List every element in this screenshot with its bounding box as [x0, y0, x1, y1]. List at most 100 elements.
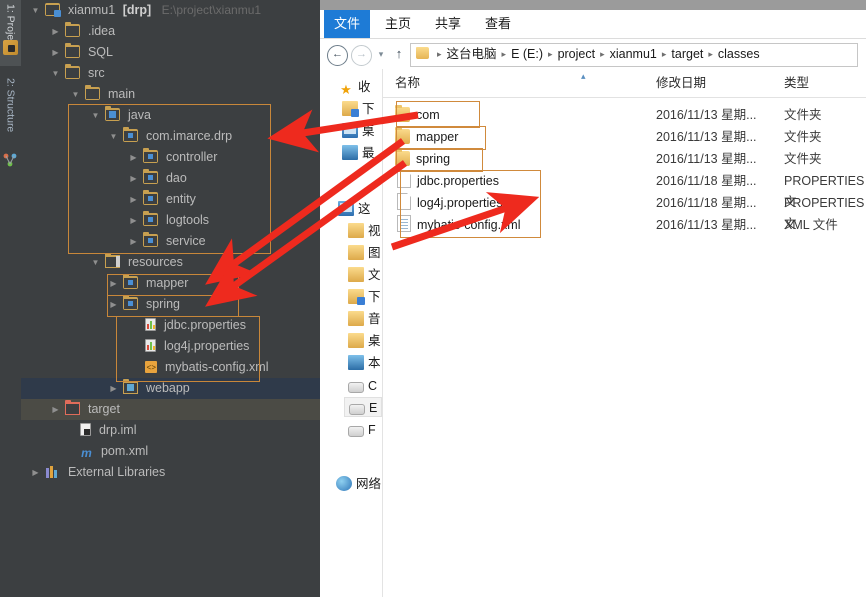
tree-expander-icon[interactable]: ▼	[49, 63, 62, 84]
tree-item-java[interactable]: ▼ java	[21, 105, 320, 126]
nav-item-music[interactable]: 音	[348, 309, 381, 329]
nav-item-desktop[interactable]: 桌	[342, 121, 375, 141]
tree-expander-icon[interactable]: ▶	[107, 273, 120, 294]
nav-item-this-pc[interactable]: 这	[338, 199, 371, 219]
tree-item-log4j-properties[interactable]: log4j.properties	[21, 336, 320, 357]
breadcrumb-item-2[interactable]: project	[558, 44, 596, 64]
tree-item-dao[interactable]: ▶ dao	[21, 168, 320, 189]
nav-item-downloads[interactable]: 下	[342, 99, 375, 119]
tree-expander-icon[interactable]: ▶	[127, 189, 140, 210]
tree-item-xianmu1[interactable]: ▼ xianmu1 [drp] E:\project\xianmu1	[21, 0, 320, 21]
tree-expander-icon[interactable]: ▶	[127, 147, 140, 168]
tree-item-service[interactable]: ▶ service	[21, 231, 320, 252]
tree-item-label: logtools	[165, 213, 210, 228]
ribbon-tab-share[interactable]: 共享	[428, 10, 468, 38]
nav-item-drive-e[interactable]: E	[344, 397, 382, 417]
tree-item-jdbc-properties[interactable]: jdbc.properties	[21, 315, 320, 336]
file-row-log4j-properties[interactable]: log4j.properties 2016/11/18 星期... PROPER…	[383, 193, 866, 231]
nav-item-label: 最	[362, 146, 375, 160]
ribbon-tab-view[interactable]: 查看	[478, 10, 518, 38]
tree-expander-icon[interactable]: ▼	[29, 0, 42, 21]
nav-item-drive-f[interactable]: F	[348, 420, 376, 440]
tree-expander-icon[interactable]: ▶	[127, 168, 140, 189]
file-date: 2016/11/13 星期...	[656, 108, 757, 122]
breadcrumb-item-4[interactable]: target	[671, 44, 703, 64]
tree-item-label: main	[107, 87, 136, 102]
column-header-date[interactable]: 修改日期	[656, 69, 706, 97]
file-row-mybatis-config-xml[interactable]: mybatis-config.xml 2016/11/13 星期... XML …	[383, 215, 866, 236]
tree-expander-icon[interactable]: ▶	[49, 399, 62, 420]
tree-item-controller[interactable]: ▶ controller	[21, 147, 320, 168]
folder-icon	[65, 22, 81, 37]
breadcrumb[interactable]: ▸ 这台电脑 ▸ E (E:) ▸ project ▸ xianmu1 ▸ target ▸ clas…	[410, 43, 858, 67]
tree-item-logtools[interactable]: ▶ logtools	[21, 210, 320, 231]
navigation-pane[interactable]: ★ 收 下 桌 最 这 视 图 文 下 音 桌 本 C E F 网络	[320, 69, 382, 597]
tool-tab-project[interactable]: 1: Project	[0, 0, 21, 66]
tool-tab-structure[interactable]: 2: Structure	[0, 74, 21, 158]
package-icon	[123, 295, 139, 310]
tree-expander-icon[interactable]: ▼	[69, 84, 82, 105]
nav-item-documents[interactable]: 文	[348, 265, 381, 285]
xml-file-icon	[397, 215, 411, 232]
file-row-com[interactable]: com 2016/11/13 星期... 文件夹	[383, 105, 866, 126]
tree-expander-icon[interactable]: ▶	[127, 231, 140, 252]
ribbon-tab-file[interactable]: 文件	[324, 10, 370, 38]
nav-item-desktop-2[interactable]: 桌	[348, 331, 381, 351]
tree-item-pom-xml[interactable]: m pom.xml	[21, 441, 320, 462]
project-tree[interactable]: ▼ xianmu1 [drp] E:\project\xianmu1 ▶ .id…	[21, 0, 320, 597]
tree-expander-icon[interactable]: ▶	[107, 294, 120, 315]
nav-item-favorites[interactable]: ★ 收	[338, 77, 371, 97]
nav-item-pictures[interactable]: 图	[348, 243, 381, 263]
nav-item-downloads-2[interactable]: 下	[348, 287, 381, 307]
tree-expander-icon[interactable]: ▶	[107, 378, 120, 399]
up-button[interactable]: ↑	[392, 46, 406, 62]
tree-item-entity[interactable]: ▶ entity	[21, 189, 320, 210]
breadcrumb-item-3[interactable]: xianmu1	[610, 44, 657, 64]
target-folder-icon	[65, 400, 81, 415]
tree-expander-icon[interactable]: ▼	[89, 252, 102, 273]
tree-expander-icon[interactable]: ▼	[107, 126, 120, 147]
nav-item-recent[interactable]: 最	[342, 143, 375, 163]
nav-item-local-disk[interactable]: 本	[348, 353, 381, 373]
tree-item-mapper[interactable]: ▶ mapper	[21, 273, 320, 294]
tree-item-target[interactable]: ▶ target	[21, 399, 320, 420]
nav-item-drive-c[interactable]: C	[348, 376, 377, 396]
file-row-jdbc-properties[interactable]: jdbc.properties 2016/11/18 星期... PROPERT…	[383, 171, 866, 209]
file-type: 文件夹	[784, 130, 822, 144]
folder-icon	[395, 105, 410, 122]
tree-expander-icon[interactable]: ▼	[89, 105, 102, 126]
nav-item-network[interactable]: 网络	[336, 474, 381, 494]
tree-item-external-libraries[interactable]: ▶ External Libraries	[21, 462, 320, 483]
ribbon-tab-home[interactable]: 主页	[378, 10, 418, 38]
breadcrumb-item-0[interactable]: 这台电脑	[447, 44, 497, 64]
tree-expander-icon[interactable]: ▶	[127, 210, 140, 231]
breadcrumb-item-5[interactable]: classes	[718, 44, 760, 64]
tree-expander-icon[interactable]: ▶	[29, 462, 42, 483]
tree-item-spring[interactable]: ▶ spring	[21, 294, 320, 315]
tree-item-drp-iml[interactable]: drp.iml	[21, 420, 320, 441]
package-icon	[123, 274, 139, 289]
breadcrumb-item-1[interactable]: E (E:)	[511, 44, 543, 64]
nav-item-videos[interactable]: 视	[348, 221, 381, 241]
tree-item-webapp[interactable]: ▶ webapp	[21, 378, 320, 399]
tree-item-main[interactable]: ▼ main	[21, 84, 320, 105]
tree-item-resources[interactable]: ▼ resources	[21, 252, 320, 273]
recent-locations-chevron-down-icon[interactable]: ▾	[375, 48, 387, 60]
tree-item-src[interactable]: ▼ src	[21, 63, 320, 84]
column-header-name[interactable]: 名称	[395, 69, 420, 97]
nav-item-label: 网络	[356, 477, 382, 491]
tree-item-mybatis-config-xml[interactable]: mybatis-config.xml	[21, 357, 320, 379]
tree-expander-icon[interactable]: ▶	[49, 21, 62, 42]
file-row-mapper[interactable]: mapper 2016/11/13 星期... 文件夹	[383, 127, 866, 148]
tree-item-com-imarce-drp[interactable]: ▼ com.imarce.drp	[21, 126, 320, 147]
nav-item-label: 收	[358, 80, 371, 94]
tree-item-sql[interactable]: ▶ SQL	[21, 42, 320, 63]
nav-item-label: 桌	[368, 334, 381, 348]
tree-item-idea[interactable]: ▶ .idea	[21, 21, 320, 42]
back-button[interactable]: ←	[327, 45, 348, 66]
drive-icon	[349, 404, 365, 415]
tree-expander-icon[interactable]: ▶	[49, 42, 62, 63]
forward-button[interactable]: →	[351, 45, 372, 66]
file-row-spring[interactable]: spring 2016/11/13 星期... 文件夹	[383, 149, 866, 170]
column-header-type[interactable]: 类型	[784, 69, 809, 97]
